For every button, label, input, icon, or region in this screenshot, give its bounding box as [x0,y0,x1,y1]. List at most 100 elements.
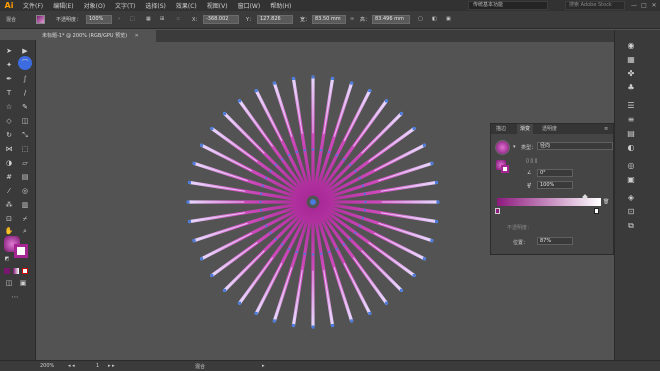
anchor-point[interactable] [200,257,204,261]
color-mode-icon[interactable] [4,268,10,274]
curvature-tool-icon[interactable]: ∫ [20,74,30,84]
lasso-tool-icon[interactable]: ⌒ [18,56,32,70]
isolate-icon[interactable]: ◧ [432,16,437,22]
close-window-button[interactable]: ✕ [650,1,658,10]
anchor-point-inner[interactable] [358,177,361,180]
anchor-point[interactable] [311,325,315,329]
y-field[interactable]: 127.826 [257,15,293,24]
status-arrow-icon[interactable]: ▸ [262,363,265,369]
close-tab-icon[interactable]: ✕ [135,33,139,39]
stock-search-input[interactable]: 搜索 Adobe Stock [565,1,625,10]
menu-file[interactable]: 文件(F) [18,1,48,10]
arrange-icon[interactable]: ▣ [446,16,451,22]
anchor-point[interactable] [291,323,295,327]
anchor-point[interactable] [331,323,335,327]
stroke-indicator[interactable] [501,165,509,173]
anchor-point[interactable] [192,161,196,165]
anchor-point-inner[interactable] [363,209,366,212]
anchor-point-inner[interactable] [265,177,268,180]
menu-effect[interactable]: 效果(C) [171,1,202,10]
magic-wand-tool-icon[interactable]: ✦ [4,60,14,70]
anchor-point-inner[interactable] [295,151,298,154]
mesh-tool-icon[interactable]: # [4,172,14,182]
anchor-point-inner[interactable] [361,184,364,187]
anchor-point[interactable] [412,127,416,131]
eyedropper-tool-icon[interactable]: ⁄ [4,186,14,196]
anchor-point-inner[interactable] [260,192,263,195]
anchor-point-inner[interactable] [354,231,357,234]
chevron-right-icon[interactable]: › [118,16,120,22]
anchor-point[interactable] [272,81,276,85]
gradient-panel-icon[interactable]: ▤ [625,128,637,140]
gradient-preview-swatch[interactable] [495,140,510,155]
menu-window[interactable]: 窗口(W) [233,1,266,10]
selection-tool-icon[interactable]: ➤ [4,46,14,56]
color-panel-icon[interactable]: ◉ [625,40,637,52]
perspective-grid-tool-icon[interactable]: ▱ [20,158,30,168]
artboard-number[interactable]: 1 [96,363,99,369]
anchor-point-inner[interactable] [260,209,263,212]
anchor-point[interactable] [384,301,388,305]
gradient-stop-end[interactable] [594,208,599,214]
anchor-point[interactable] [311,75,315,79]
layers-panel-icon[interactable]: ◈ [625,192,637,204]
slice-tool-icon[interactable]: ⌿ [20,214,30,224]
dropdown-arrow-icon[interactable]: ▾ [513,144,516,150]
anchor-point-inner[interactable] [320,252,323,255]
anchor-point[interactable] [188,180,192,184]
align-icon[interactable]: ⬚ [130,16,135,22]
anchor-point[interactable] [430,161,434,165]
anchor-point[interactable] [254,89,258,93]
transform-icon[interactable]: ⊞ [160,16,164,22]
center-point[interactable] [310,199,316,205]
anchor-point-inner[interactable] [354,170,357,173]
transparency-panel-icon[interactable]: ◐ [625,142,637,154]
anchor-point-inner[interactable] [262,184,265,187]
anchor-point-inner[interactable] [274,163,277,166]
gradient-type-select[interactable]: 径向 [537,142,613,150]
none-mode-icon[interactable] [22,268,28,274]
maximize-button[interactable]: □ [640,1,648,10]
hand-tool-icon[interactable]: ✋ [4,226,14,236]
stroke-panel-icon[interactable]: ≡ [625,114,637,126]
anchor-point[interactable] [331,77,335,81]
properties-panel-icon[interactable]: ☰ [625,100,637,112]
anchor-point[interactable] [434,220,438,224]
swatches-panel-icon[interactable]: ▦ [625,54,637,66]
anchor-point[interactable] [238,99,242,103]
brushes-panel-icon[interactable]: ✤ [625,68,637,80]
document-tab[interactable]: 未标题-1* @ 200% (RGB/GPU 预览) ✕ [36,30,156,42]
anchor-point-inner[interactable] [281,158,284,161]
shaper-tool-icon[interactable]: ◇ [4,116,14,126]
anchor-point-inner[interactable] [303,252,306,255]
width-tool-icon[interactable]: ⋈ [4,144,14,154]
anchor-point-inner[interactable] [364,201,367,203]
type-tool-icon[interactable]: T [4,88,14,98]
zoom-tool-icon[interactable]: ⌕ [20,226,30,236]
anchor-point[interactable] [200,143,204,147]
artboards-panel-icon[interactable]: ⊡ [625,206,637,218]
width-field[interactable]: 83.50 mm [312,15,346,24]
anchor-point-inner[interactable] [288,247,291,250]
anchor-point-inner[interactable] [335,154,338,157]
delete-stop-icon[interactable]: 🗑 [603,199,609,205]
line-tool-icon[interactable]: / [20,88,30,98]
anchor-point-inner[interactable] [281,243,284,246]
anchor-point-inner[interactable] [295,250,298,253]
anchor-point-inner[interactable] [265,224,268,227]
anchor-point[interactable] [238,301,242,305]
anchor-point-inner[interactable] [363,192,366,195]
workspace-switcher[interactable]: 传统基本功能 [468,1,548,10]
anchor-point[interactable] [186,200,190,204]
star-tool-icon[interactable]: ☆ [4,102,14,112]
anchor-point-inner[interactable] [288,154,291,157]
angle-field[interactable]: 0° [537,169,573,177]
anchor-point-inner[interactable] [328,151,331,154]
edit-toolbar-icon[interactable]: ⋯ [10,292,20,302]
anchor-point-inner[interactable] [358,224,361,227]
anchor-point-inner[interactable] [342,243,345,246]
artboard-nav-next-icon[interactable]: ▸ ▸ [108,363,115,369]
tab-transparency[interactable]: 透明度 [539,124,560,134]
opacity-field[interactable]: 100% [86,15,112,24]
anchor-point-inner[interactable] [349,238,352,241]
